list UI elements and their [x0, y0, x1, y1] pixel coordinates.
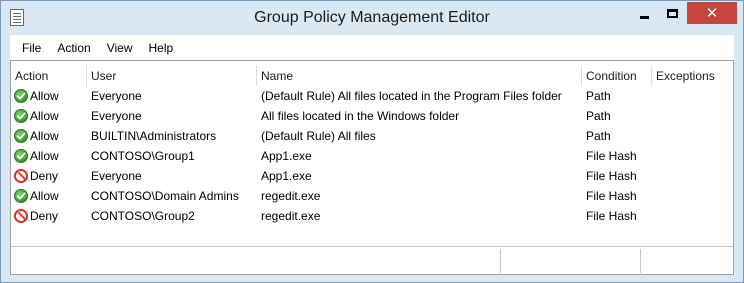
menu-help[interactable]: Help	[141, 41, 182, 55]
cell-exceptions	[652, 106, 733, 126]
cell-user: CONTOSO\Group1	[91, 149, 195, 163]
menu-file[interactable]: File	[13, 41, 49, 55]
table-row[interactable]: Allow BUILTIN\Administrators (Default Rule…	[11, 126, 733, 146]
cell-action: Deny	[11, 166, 87, 186]
table-row[interactable]: Allow CONTOSO\Domain Admins regedit.exe Fil…	[11, 186, 733, 206]
action-label: Deny	[30, 169, 59, 183]
maximize-button[interactable]	[659, 2, 686, 24]
action-label: Allow	[30, 109, 59, 123]
column-header-condition[interactable]: Condition	[582, 66, 652, 86]
column-header-user[interactable]: User	[87, 66, 257, 86]
allow-icon	[14, 109, 28, 123]
cell-condition: File Hash	[586, 169, 637, 183]
action-label: Allow	[30, 189, 59, 203]
cell-name: regedit.exe	[261, 189, 321, 203]
cell-user: Everyone	[91, 109, 142, 123]
table-row[interactable]: Allow Everyone (Default Rule) All files lo…	[11, 86, 733, 106]
deny-icon	[14, 169, 28, 183]
cell-condition: File Hash	[586, 149, 637, 163]
cell-user: CONTOSO\Domain Admins	[91, 189, 239, 203]
status-pane-secondary	[501, 249, 641, 273]
cell-condition: Path	[586, 109, 611, 123]
cell-exceptions	[652, 186, 733, 206]
action-label: Allow	[30, 129, 59, 143]
content-area: Action User Name Condition Exceptions Al…	[10, 60, 734, 275]
status-bar	[11, 246, 733, 274]
column-header-action[interactable]: Action	[11, 66, 87, 86]
cell-action: Allow	[11, 106, 87, 126]
action-label: Allow	[30, 149, 59, 163]
cell-exceptions	[652, 86, 733, 106]
cell-exceptions	[652, 166, 733, 186]
minimize-button[interactable]	[631, 2, 658, 24]
cell-name: App1.exe	[261, 169, 312, 183]
menu-action[interactable]: Action	[49, 41, 98, 55]
column-header-name[interactable]: Name	[257, 66, 582, 86]
minimize-icon	[640, 15, 649, 19]
cell-action: Allow	[11, 126, 87, 146]
cell-exceptions	[652, 206, 733, 226]
cell-action: Allow	[11, 86, 87, 106]
cell-action: Deny	[11, 206, 87, 226]
cell-exceptions	[652, 146, 733, 166]
cell-user: Everyone	[91, 169, 142, 183]
editor-window: Group Policy Management Editor ✕ File Ac…	[0, 0, 744, 283]
action-label: Allow	[30, 89, 59, 103]
menu-view[interactable]: View	[99, 41, 141, 55]
deny-icon	[14, 209, 28, 223]
table-row[interactable]: Deny CONTOSO\Group2 regedit.exe File Hash	[11, 206, 733, 226]
close-button[interactable]: ✕	[687, 2, 737, 24]
cell-condition: Path	[586, 129, 611, 143]
cell-name: App1.exe	[261, 149, 312, 163]
cell-user: BUILTIN\Administrators	[91, 129, 217, 143]
cell-condition: File Hash	[586, 209, 637, 223]
cell-condition: File Hash	[586, 189, 637, 203]
allow-icon	[14, 149, 28, 163]
cell-action: Allow	[11, 186, 87, 206]
cell-condition: Path	[586, 89, 611, 103]
status-pane-tertiary	[641, 249, 733, 273]
allow-icon	[14, 129, 28, 143]
cell-name: All files located in the Windows folder	[261, 109, 460, 123]
allow-icon	[14, 89, 28, 103]
table-row[interactable]: Deny Everyone App1.exe File Hash	[11, 166, 733, 186]
menu-bar: File Action View Help	[10, 35, 734, 60]
cell-name: (Default Rule) All files located in the …	[261, 89, 562, 103]
close-icon: ✕	[705, 3, 719, 22]
list-header: Action User Name Condition Exceptions	[11, 66, 733, 86]
column-header-exceptions[interactable]: Exceptions	[652, 66, 733, 86]
allow-icon	[14, 189, 28, 203]
cell-exceptions	[652, 126, 733, 146]
cell-name: regedit.exe	[261, 209, 321, 223]
cell-user: Everyone	[91, 89, 142, 103]
cell-name: (Default Rule) All files	[261, 129, 376, 143]
action-label: Deny	[30, 209, 59, 223]
table-row[interactable]: Allow Everyone All files located in the Wi…	[11, 106, 733, 126]
table-row[interactable]: Allow CONTOSO\Group1 App1.exe File Hash	[11, 146, 733, 166]
cell-user: CONTOSO\Group2	[91, 209, 195, 223]
rules-list[interactable]: Action User Name Condition Exceptions Al…	[11, 61, 733, 246]
title-bar[interactable]: Group Policy Management Editor ✕	[1, 1, 743, 35]
maximize-icon	[667, 8, 678, 18]
cell-action: Allow	[11, 146, 87, 166]
status-pane-main	[11, 249, 501, 273]
